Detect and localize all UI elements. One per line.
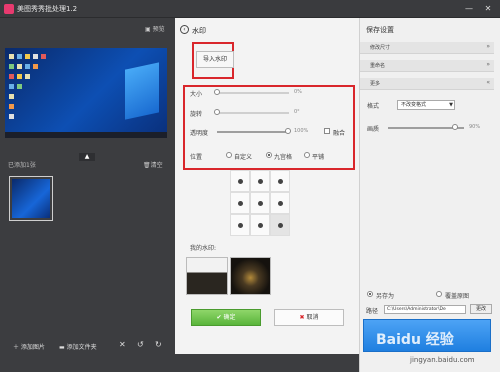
- close-button[interactable]: ✕: [481, 3, 495, 14]
- size-label: 大小: [190, 91, 203, 98]
- rotate-slider[interactable]: [217, 112, 289, 114]
- add-folder-label: 添加文件夹: [66, 344, 97, 351]
- size-slider[interactable]: [217, 92, 289, 94]
- path-input[interactable]: C:\Users\Administrator\De: [384, 305, 466, 314]
- opacity-slider[interactable]: [217, 131, 289, 133]
- panel-title: 水印: [192, 27, 206, 35]
- rotate-left-icon[interactable]: ↺: [137, 340, 144, 349]
- grid-cell-middle-left[interactable]: [230, 192, 250, 214]
- opacity-slider-knob[interactable]: [285, 128, 291, 134]
- rename-label: 重命名: [370, 63, 386, 69]
- dropdown-arrow-icon: ▼: [449, 102, 453, 108]
- more-section[interactable]: 更多 «: [360, 78, 494, 90]
- blend-label: 融合: [333, 130, 346, 137]
- image-preview: [5, 48, 167, 138]
- position-custom-label: 自定义: [234, 154, 253, 161]
- grid-cell-bottom-right[interactable]: [270, 214, 290, 236]
- save-settings-title: 保存设置: [366, 26, 394, 34]
- rotate-right-icon[interactable]: ↻: [155, 340, 162, 349]
- quality-label: 画质: [367, 126, 380, 133]
- size-slider-knob[interactable]: [214, 89, 220, 95]
- overwrite-label: 覆盖原图: [445, 293, 470, 300]
- watermark-thumbnail[interactable]: [186, 257, 228, 295]
- my-watermarks-label: 我的水印:: [190, 245, 217, 252]
- rotate-label: 旋转: [190, 111, 203, 118]
- clear-button[interactable]: 🗑清空: [143, 160, 163, 169]
- more-label: 更多: [370, 81, 381, 87]
- grid-cell-bottom-center[interactable]: [250, 214, 270, 236]
- clear-label: 清空: [150, 162, 163, 169]
- confirm-label: 确定: [223, 314, 236, 321]
- preview-label: 预览: [152, 26, 165, 33]
- add-image-button[interactable]: ＋ 添加图片: [13, 342, 45, 351]
- quality-slider-knob[interactable]: [452, 124, 458, 130]
- grid-cell-bottom-left[interactable]: [230, 214, 250, 236]
- grid-cell-middle-right[interactable]: [270, 192, 290, 214]
- rotate-slider-knob[interactable]: [214, 109, 220, 115]
- grid-cell-top-right[interactable]: [270, 170, 290, 192]
- baidu-watermark: Baidu 经验: [376, 332, 454, 348]
- overwrite-radio[interactable]: [436, 291, 442, 297]
- app-logo-icon: [4, 4, 14, 14]
- format-select[interactable]: 不改变格式 ▼: [397, 100, 455, 110]
- grid-cell-center[interactable]: [250, 192, 270, 214]
- rename-section[interactable]: 重命名 »: [360, 60, 494, 72]
- cancel-button[interactable]: ✖ 取消: [274, 309, 344, 326]
- plus-icon: ＋: [13, 344, 21, 351]
- position-custom-radio[interactable]: [226, 152, 232, 158]
- back-arrow-icon[interactable]: ‹: [180, 25, 189, 34]
- save-as-label: 另存为: [376, 293, 395, 300]
- collapse-arrow-icon[interactable]: ▲: [79, 153, 95, 161]
- position-grid: [230, 170, 290, 236]
- size-value: 0%: [294, 89, 302, 95]
- site-url: jingyan.baidu.com: [410, 356, 475, 364]
- opacity-value: 100%: [294, 128, 309, 134]
- add-image-label: 添加图片: [20, 344, 45, 351]
- position-tile-label: 平铺: [312, 154, 325, 161]
- minimize-button[interactable]: —: [462, 3, 476, 14]
- trash-icon: 🗑: [143, 162, 151, 169]
- add-folder-button[interactable]: ▬ 添加文件夹: [59, 342, 97, 351]
- watermark-thumbnail[interactable]: [230, 257, 271, 295]
- position-grid-label: 九宫格: [274, 154, 293, 161]
- save-as-radio[interactable]: [367, 291, 373, 297]
- position-label: 位置: [190, 154, 203, 161]
- format-value: 不改变格式: [401, 102, 427, 108]
- rotate-value: 0°: [294, 109, 300, 115]
- path-label: 路径: [366, 308, 379, 315]
- import-watermark-button[interactable]: 导入水印: [196, 51, 234, 68]
- position-grid-radio[interactable]: [266, 152, 272, 158]
- chevron-double-left-icon: «: [486, 79, 490, 86]
- image-thumbnail[interactable]: [9, 176, 53, 221]
- windows-logo-icon: [125, 62, 159, 120]
- preview-icon: ▣: [145, 26, 153, 33]
- position-tile-radio[interactable]: [304, 152, 310, 158]
- resize-section[interactable]: 修改尺寸 »: [360, 42, 494, 54]
- format-label: 格式: [367, 103, 380, 110]
- cancel-label: 取消: [306, 314, 319, 321]
- window-title: 美图秀秀批处理1.2: [17, 5, 78, 13]
- change-path-button[interactable]: 更改: [470, 304, 492, 314]
- blend-checkbox[interactable]: [324, 128, 330, 134]
- folder-icon: ▬: [59, 344, 67, 351]
- added-count: 已添加1张: [8, 162, 36, 169]
- chevron-double-right-icon: »: [486, 43, 490, 50]
- grid-cell-top-left[interactable]: [230, 170, 250, 192]
- grid-cell-top-center[interactable]: [250, 170, 270, 192]
- confirm-button[interactable]: ✔ 确定: [191, 309, 261, 326]
- delete-icon[interactable]: ✕: [119, 340, 126, 349]
- preview-button[interactable]: ▣ 预览: [145, 24, 165, 33]
- resize-label: 修改尺寸: [370, 45, 391, 51]
- chevron-double-right-icon: »: [486, 61, 490, 68]
- opacity-label: 透明度: [190, 130, 209, 137]
- quality-value: 90%: [469, 124, 481, 130]
